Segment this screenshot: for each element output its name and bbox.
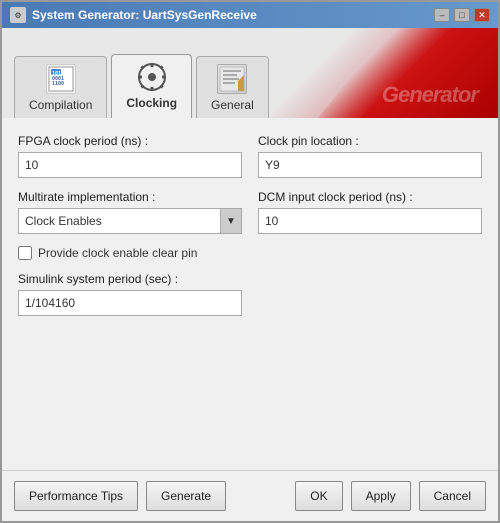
tab-compilation-label: Compilation: [29, 98, 92, 112]
minimize-button[interactable]: –: [434, 8, 450, 22]
multirate-select-wrapper: Clock Enables HDL Coding Style Distribut…: [18, 208, 242, 234]
compilation-icon: 1010 0001 1100: [45, 63, 77, 95]
apply-button[interactable]: Apply: [351, 481, 411, 511]
performance-tips-button[interactable]: Performance Tips: [14, 481, 138, 511]
multirate-select[interactable]: Clock Enables HDL Coding Style Distribut…: [18, 208, 242, 234]
maximize-button[interactable]: □: [454, 8, 470, 22]
content-area: FPGA clock period (ns) : Clock pin locat…: [2, 118, 498, 470]
tab-clocking[interactable]: Clocking: [111, 54, 192, 118]
tab-bar: 1010 0001 1100 Compilation: [14, 54, 269, 118]
generate-button[interactable]: Generate: [146, 481, 226, 511]
fpga-clock-input[interactable]: [18, 152, 242, 178]
form-group-dcm: DCM input clock period (ns) :: [258, 190, 482, 234]
form-group-clock-pin: Clock pin location :: [258, 134, 482, 178]
clock-enable-checkbox[interactable]: [18, 246, 32, 260]
window-icon: ⚙: [10, 7, 26, 23]
header-area: Generator 1010 0001 1100 Compilatio: [2, 28, 498, 118]
title-bar-left: ⚙ System Generator: UartSysGenReceive: [10, 7, 257, 23]
clock-pin-label: Clock pin location :: [258, 134, 482, 148]
checkbox-label: Provide clock enable clear pin: [38, 246, 197, 260]
tab-clocking-label: Clocking: [126, 96, 177, 110]
form-group-fpga-clock: FPGA clock period (ns) :: [18, 134, 242, 178]
tab-compilation[interactable]: 1010 0001 1100 Compilation: [14, 56, 107, 118]
compilation-icon-img: 1010 0001 1100: [46, 64, 76, 94]
content-wrapper: FPGA clock period (ns) : Clock pin locat…: [2, 118, 498, 521]
title-controls: – □ ✕: [434, 8, 490, 22]
title-bar: ⚙ System Generator: UartSysGenReceive – …: [2, 2, 498, 28]
simulink-label: Simulink system period (sec) :: [18, 272, 242, 286]
footer: Performance Tips Generate OK Apply Cance…: [2, 470, 498, 521]
clock-pin-input[interactable]: [258, 152, 482, 178]
tab-general-label: General: [211, 98, 254, 112]
multirate-label: Multirate implementation :: [18, 190, 242, 204]
checkbox-row: Provide clock enable clear pin: [18, 246, 482, 260]
form-row-simulink: Simulink system period (sec) :: [18, 272, 482, 316]
cancel-button[interactable]: Cancel: [419, 481, 486, 511]
content-spacer: [18, 328, 482, 462]
general-icon-img: [217, 64, 247, 94]
main-window: ⚙ System Generator: UartSysGenReceive – …: [0, 0, 500, 523]
simulink-input[interactable]: [18, 290, 242, 316]
window-title: System Generator: UartSysGenReceive: [32, 8, 257, 22]
form-row-1: FPGA clock period (ns) : Clock pin locat…: [18, 134, 482, 178]
svg-text:1100: 1100: [52, 81, 64, 87]
fpga-clock-label: FPGA clock period (ns) :: [18, 134, 242, 148]
close-button[interactable]: ✕: [474, 8, 490, 22]
form-row-2: Multirate implementation : Clock Enables…: [18, 190, 482, 234]
form-group-simulink: Simulink system period (sec) :: [18, 272, 242, 316]
header-watermark: Generator: [382, 82, 478, 108]
general-icon: [216, 63, 248, 95]
tab-general[interactable]: General: [196, 56, 269, 118]
dcm-label: DCM input clock period (ns) :: [258, 190, 482, 204]
clocking-icon: [136, 61, 168, 93]
dcm-input[interactable]: [258, 208, 482, 234]
form-group-multirate: Multirate implementation : Clock Enables…: [18, 190, 242, 234]
ok-button[interactable]: OK: [295, 481, 342, 511]
